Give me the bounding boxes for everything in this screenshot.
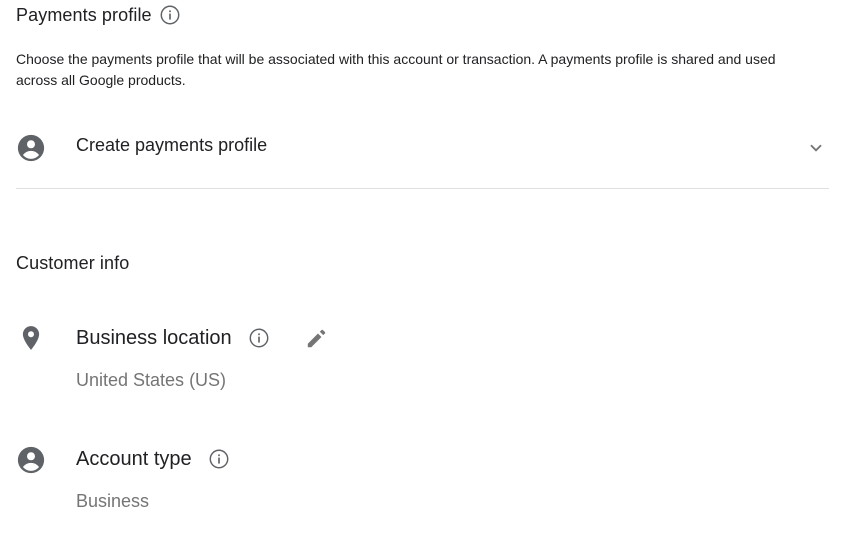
account-type-row: Account type	[76, 447, 231, 471]
account-type-value: Business	[76, 491, 150, 511]
payments-profile-dropdown-label: Create payments profile	[76, 135, 268, 155]
payments-profile-info-icon[interactable]	[158, 3, 182, 27]
payments-profile-dropdown[interactable]: Create payments profile	[16, 127, 829, 189]
customer-info-heading: Customer info	[16, 253, 129, 274]
location-pin-icon	[16, 323, 46, 353]
payments-profile-heading: Payments profile	[16, 3, 182, 27]
pencil-icon	[307, 329, 325, 348]
business-location-row: Business location	[76, 325, 330, 351]
edit-business-location-button[interactable]	[304, 325, 330, 351]
customer-info-title: Customer info	[16, 253, 130, 273]
business-location-value: United States (US)	[76, 370, 227, 390]
account-type-info-icon[interactable]	[207, 447, 231, 471]
account-circle-icon	[16, 445, 46, 475]
chevron-down-icon[interactable]	[805, 137, 827, 159]
business-location-info-icon[interactable]	[247, 326, 271, 350]
payments-profile-description: Choose the payments profile that will be…	[16, 51, 776, 88]
account-type-label: Account type	[76, 447, 192, 470]
business-location-label: Business location	[76, 326, 232, 349]
payments-profile-title: Payments profile	[16, 4, 152, 25]
account-circle-icon	[16, 133, 46, 163]
page: Payments profile Choose the payments pro…	[0, 0, 861, 555]
